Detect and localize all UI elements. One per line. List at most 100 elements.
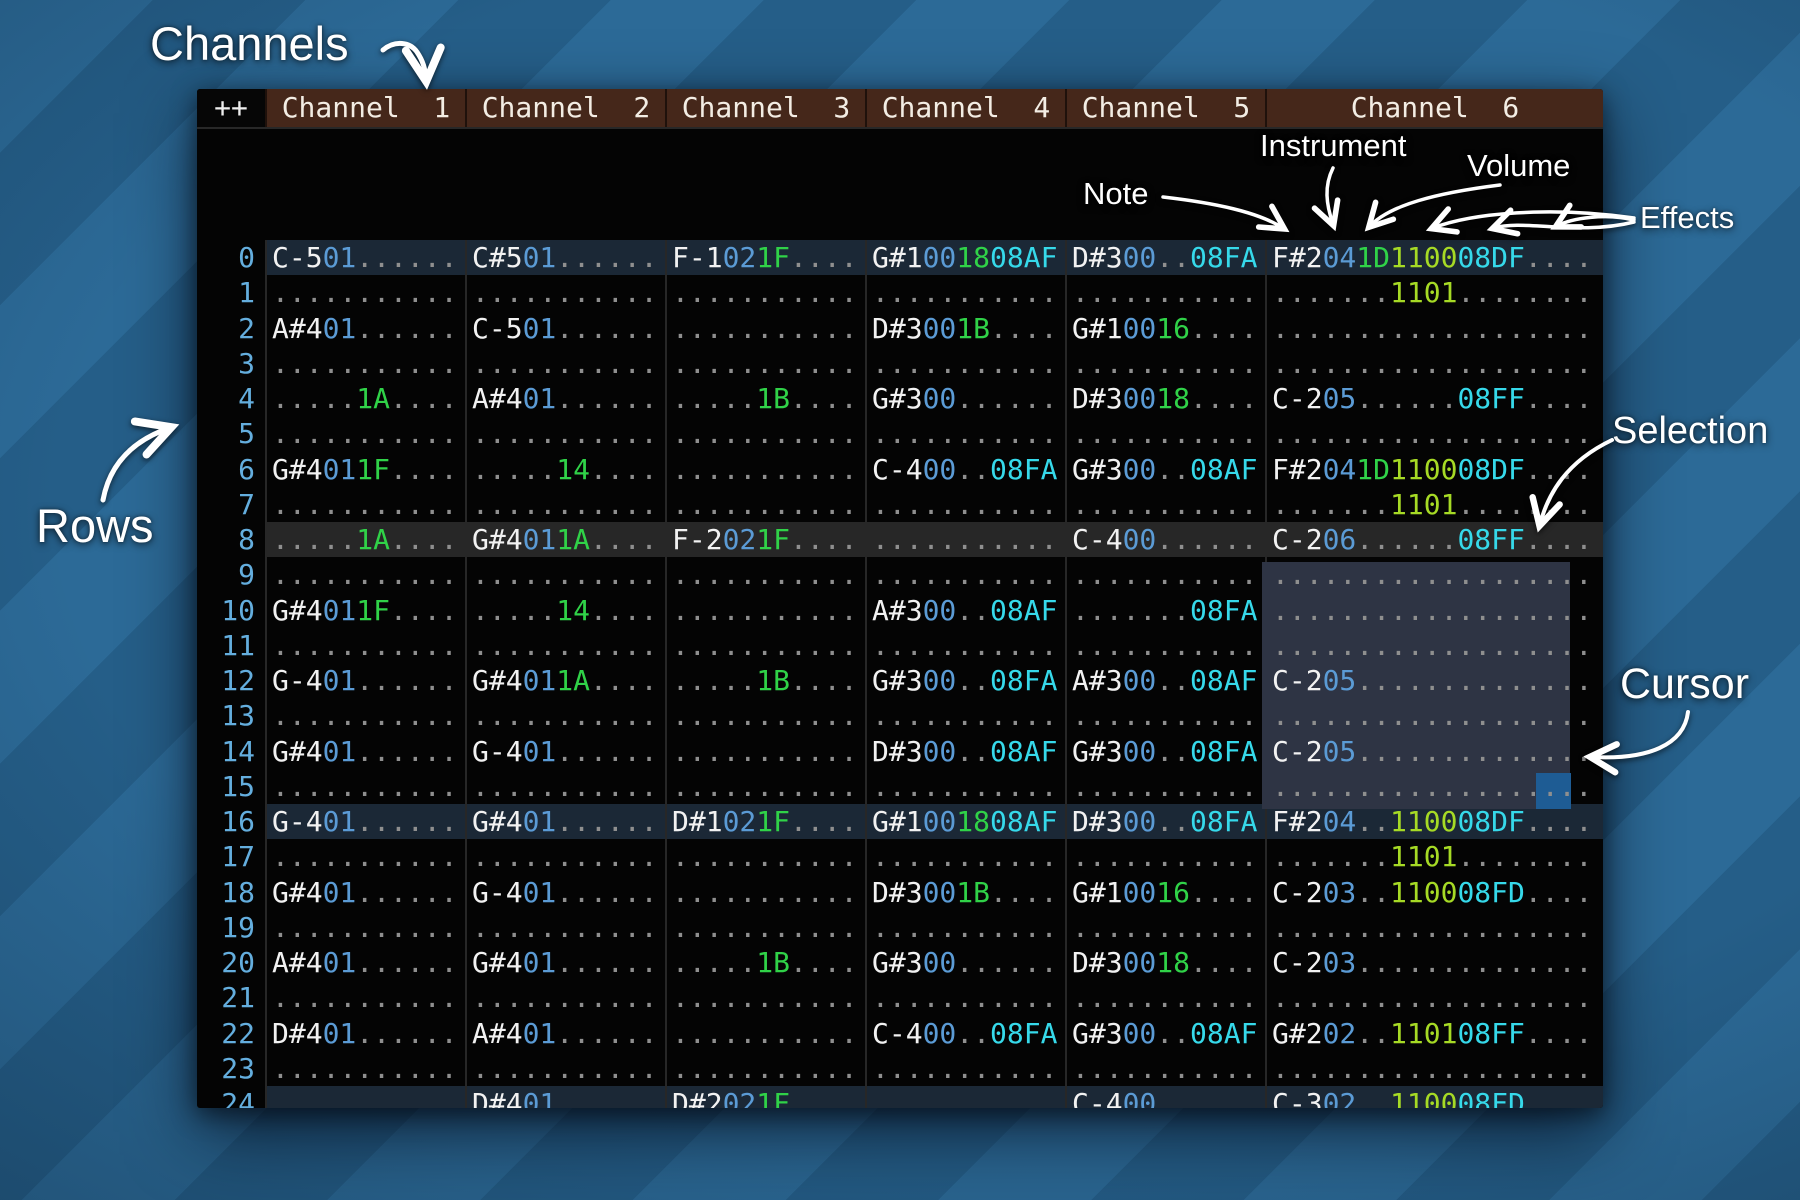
pattern-cell-ch2[interactable]: ........... — [465, 346, 665, 381]
pattern-cell-ch2[interactable]: D#401...... — [465, 1086, 665, 1108]
pattern-cell-ch5[interactable]: C-400...... — [1065, 1086, 1265, 1108]
channel-header-5[interactable]: Channel 5 — [1065, 89, 1265, 127]
pattern-cell-ch6[interactable]: F#2041D110008DF.... — [1265, 240, 1603, 275]
pattern-cell-ch3[interactable]: ........... — [665, 769, 865, 804]
pattern-cell-ch5[interactable]: ........... — [1065, 839, 1265, 874]
pattern-cell-ch2[interactable]: ........... — [465, 769, 665, 804]
pattern-cell-ch5[interactable]: D#300..08FA — [1065, 240, 1265, 275]
pattern-row-5[interactable]: 5.......................................… — [197, 416, 1603, 451]
pattern-cell-ch5[interactable]: D#300..08FA — [1065, 804, 1265, 839]
pattern-cell-ch1[interactable]: ........... — [265, 1051, 465, 1086]
pattern-cell-ch3[interactable]: ........... — [665, 698, 865, 733]
pattern-cell-ch1[interactable]: G#4011F.... — [265, 593, 465, 628]
pattern-cell-ch6[interactable]: ................... — [1265, 311, 1603, 346]
pattern-row-6[interactable]: 6G#4011F.........14...............C-400.… — [197, 452, 1603, 487]
pattern-cell-ch3[interactable]: ........... — [665, 628, 865, 663]
pattern-cell-ch1[interactable]: D#401...... — [265, 1016, 465, 1051]
pattern-cell-ch4[interactable]: ........... — [865, 769, 1065, 804]
pattern-cell-ch3[interactable]: ........... — [665, 416, 865, 451]
pattern-cell-ch4[interactable]: D#300..08AF — [865, 734, 1065, 769]
pattern-cell-ch6[interactable]: .......1101........ — [1265, 275, 1603, 310]
pattern-cell-ch6[interactable]: C-205......08FF.... — [1265, 381, 1603, 416]
pattern-cell-ch5[interactable]: ........... — [1065, 487, 1265, 522]
pattern-row-9[interactable]: 9.......................................… — [197, 557, 1603, 592]
row-number[interactable]: 21 — [197, 980, 265, 1015]
pattern-cell-ch5[interactable]: G#10016.... — [1065, 311, 1265, 346]
pattern-cell-ch1[interactable]: ........... — [265, 628, 465, 663]
pattern-cell-ch1[interactable]: G#401...... — [265, 734, 465, 769]
pattern-cell-ch2[interactable]: G#4011A.... — [465, 522, 665, 557]
pattern-row-19[interactable]: 19......................................… — [197, 910, 1603, 945]
pattern-cell-ch2[interactable]: ........... — [465, 980, 665, 1015]
pattern-cell-ch5[interactable]: ........... — [1065, 346, 1265, 381]
pattern-cell-ch3[interactable]: ........... — [665, 311, 865, 346]
pattern-row-4[interactable]: 4.....1A....A#401...........1B....G#300.… — [197, 381, 1603, 416]
pattern-cell-ch3[interactable]: ........... — [665, 275, 865, 310]
pattern-cell-ch3[interactable]: ........... — [665, 487, 865, 522]
pattern-row-8[interactable]: 8.....1A....G#4011A....F-2021F..........… — [197, 522, 1603, 557]
pattern-cell-ch3[interactable]: .....1B.... — [665, 381, 865, 416]
pattern-cell-ch3[interactable]: ........... — [665, 593, 865, 628]
pattern-cell-ch5[interactable]: ........... — [1065, 1051, 1265, 1086]
pattern-row-20[interactable]: 20A#401......G#401...........1B....G#300… — [197, 945, 1603, 980]
row-number[interactable]: 1 — [197, 275, 265, 310]
pattern-cell-ch5[interactable]: A#300..08AF — [1065, 663, 1265, 698]
pattern-row-18[interactable]: 18G#401......G-401.................D#300… — [197, 875, 1603, 910]
row-number[interactable]: 2 — [197, 311, 265, 346]
pattern-row-13[interactable]: 13......................................… — [197, 698, 1603, 733]
pattern-cell-ch1[interactable]: ........... — [265, 980, 465, 1015]
row-number[interactable]: 4 — [197, 381, 265, 416]
pattern-cell-ch5[interactable]: ........... — [1065, 628, 1265, 663]
pattern-cell-ch6[interactable]: ................... — [1265, 593, 1603, 628]
pattern-cell-ch3[interactable]: D#1021F.... — [665, 804, 865, 839]
pattern-cell-ch5[interactable]: ........... — [1065, 910, 1265, 945]
pattern-cell-ch4[interactable]: G#300...... — [865, 945, 1065, 980]
pattern-cell-ch6[interactable]: ................... — [1265, 628, 1603, 663]
pattern-cell-ch5[interactable]: .......08FA — [1065, 593, 1265, 628]
pattern-cell-ch4[interactable]: ........... — [865, 628, 1065, 663]
pattern-cell-ch2[interactable]: ........... — [465, 698, 665, 733]
pattern-cell-ch6[interactable]: G#202..110108FF.... — [1265, 1016, 1603, 1051]
pattern-cell-ch1[interactable]: G#401...... — [265, 875, 465, 910]
pattern-cell-ch6[interactable]: ................... — [1265, 416, 1603, 451]
pattern-cell-ch2[interactable]: ........... — [465, 275, 665, 310]
pattern-cell-ch4[interactable]: ........... — [865, 557, 1065, 592]
pattern-cell-ch1[interactable]: G-401...... — [265, 804, 465, 839]
pattern-cell-ch4[interactable]: ........... — [865, 416, 1065, 451]
pattern-cell-ch4[interactable]: C-400..08FA — [865, 452, 1065, 487]
pattern-cell-ch4[interactable]: ........... — [865, 698, 1065, 733]
pattern-cell-ch3[interactable]: ........... — [665, 839, 865, 874]
pattern-cell-ch5[interactable]: ........... — [1065, 275, 1265, 310]
pattern-cell-ch1[interactable]: G#4011F.... — [265, 452, 465, 487]
pattern-row-16[interactable]: 16G-401......G#401......D#1021F....G#100… — [197, 804, 1603, 839]
pattern-cell-ch2[interactable]: G#4011A.... — [465, 663, 665, 698]
pattern-cell-ch6[interactable]: C-205.............. — [1265, 734, 1603, 769]
pattern-cell-ch3[interactable]: ........... — [665, 346, 865, 381]
pattern-cell-ch5[interactable]: G#300..08AF — [1065, 452, 1265, 487]
pattern-cell-ch1[interactable]: ........... — [265, 346, 465, 381]
pattern-cell-ch6[interactable]: ................... — [1265, 769, 1603, 804]
row-number[interactable]: 11 — [197, 628, 265, 663]
pattern-editor[interactable]: 0C-501......C#501......F-1021F....G#1001… — [197, 129, 1603, 1108]
pattern-row-14[interactable]: 14G#401......G-401.................D#300… — [197, 734, 1603, 769]
pattern-row-1[interactable]: 1.......................................… — [197, 275, 1603, 310]
pattern-cell-ch4[interactable]: ........... — [865, 275, 1065, 310]
pattern-row-15[interactable]: 15......................................… — [197, 769, 1603, 804]
row-number[interactable]: 19 — [197, 910, 265, 945]
pattern-cell-ch6[interactable]: ................... — [1265, 980, 1603, 1015]
pattern-cell-ch1[interactable]: ........... — [265, 1086, 465, 1108]
row-number[interactable]: 14 — [197, 734, 265, 769]
pattern-cell-ch3[interactable]: F-1021F.... — [665, 240, 865, 275]
pattern-cell-ch6[interactable]: ................... — [1265, 698, 1603, 733]
channel-header-3[interactable]: Channel 3 — [665, 89, 865, 127]
pattern-cell-ch5[interactable]: C-400...... — [1065, 522, 1265, 557]
pattern-cell-ch4[interactable]: G#1001808AF — [865, 240, 1065, 275]
row-number[interactable]: 17 — [197, 839, 265, 874]
pattern-cell-ch2[interactable]: G-401...... — [465, 875, 665, 910]
pattern-cell-ch3[interactable]: ........... — [665, 452, 865, 487]
row-number[interactable]: 3 — [197, 346, 265, 381]
channel-header-2[interactable]: Channel 2 — [465, 89, 665, 127]
row-number[interactable]: 18 — [197, 875, 265, 910]
pattern-cell-ch2[interactable]: .....14.... — [465, 452, 665, 487]
pattern-cell-ch3[interactable]: ........... — [665, 1016, 865, 1051]
